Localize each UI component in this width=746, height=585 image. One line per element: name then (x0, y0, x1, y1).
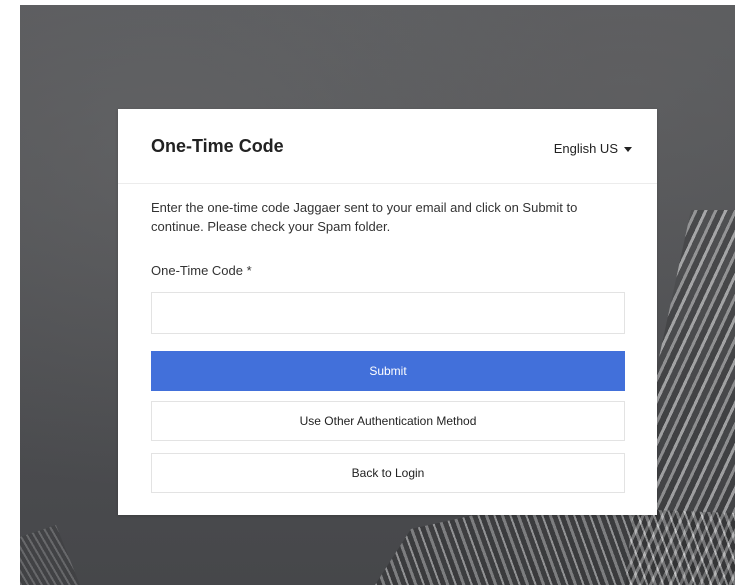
other-authentication-button[interactable]: Use Other Authentication Method (151, 401, 625, 441)
language-selector[interactable]: English US (554, 141, 632, 157)
submit-button[interactable]: Submit (151, 351, 625, 391)
tree-branches-left (20, 525, 80, 585)
caret-down-icon (624, 146, 632, 152)
card-header: One-Time Code English US (118, 109, 657, 184)
page-title: One-Time Code (151, 136, 284, 156)
language-label: English US (553, 141, 618, 156)
one-time-code-input[interactable] (151, 292, 625, 334)
one-time-code-label: One-Time Code * (151, 263, 252, 278)
instructions-text: Enter the one-time code Jaggaer sent to … (151, 200, 578, 234)
back-to-login-button[interactable]: Back to Login (151, 453, 625, 493)
snowy-mountain-bottom (375, 505, 735, 585)
viewport: One-Time Code English US Enter the one-t… (0, 0, 746, 585)
otp-card: One-Time Code English US Enter the one-t… (118, 109, 657, 515)
